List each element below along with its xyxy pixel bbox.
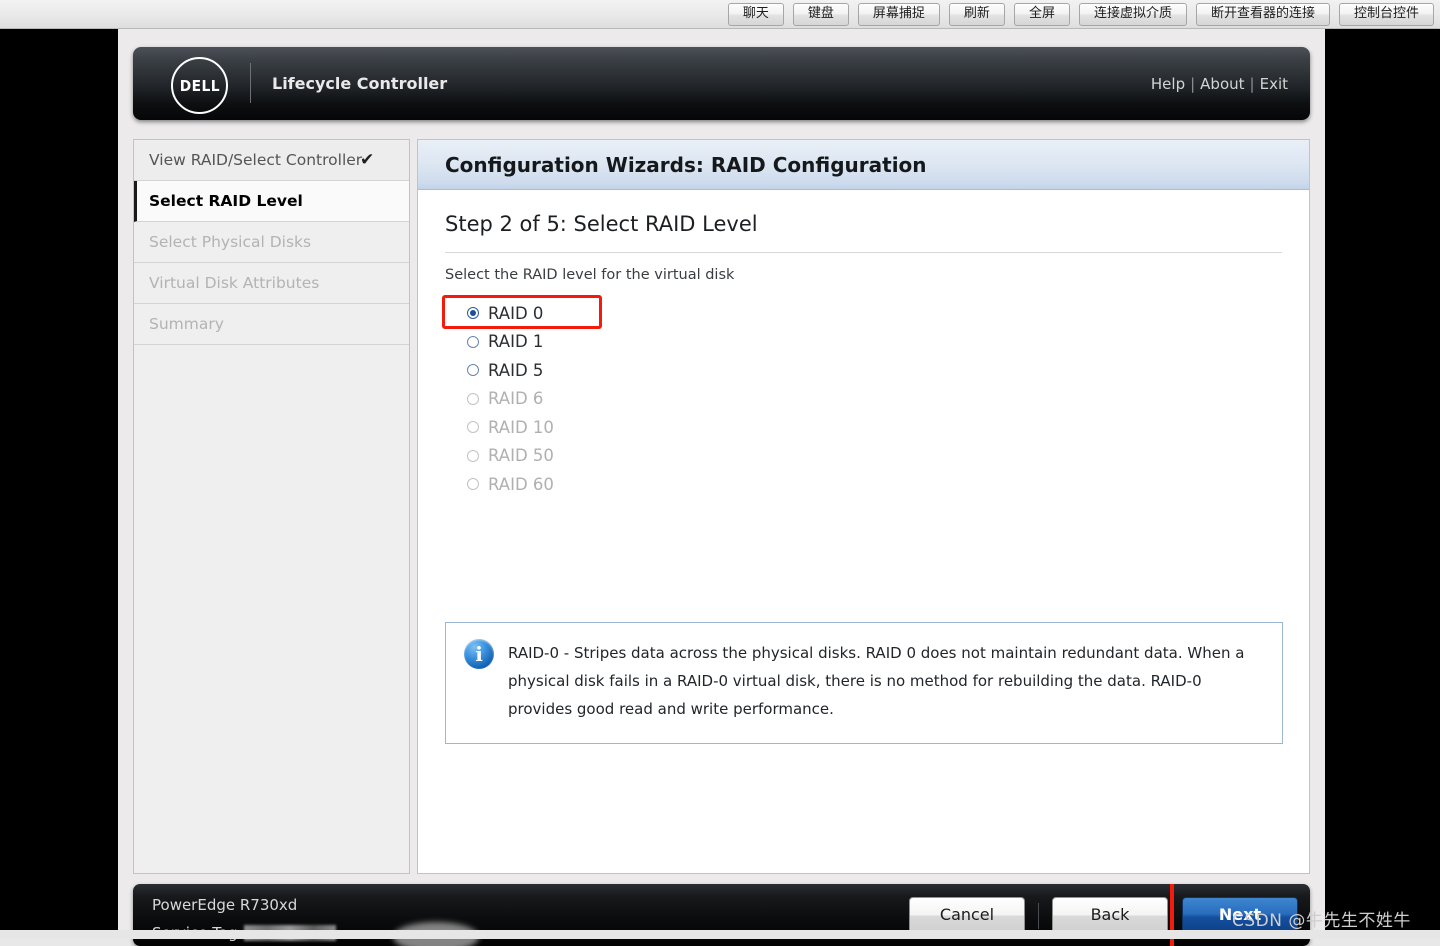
- sidebar-item-label: Summary: [149, 315, 224, 333]
- kvm-keyboard-button[interactable]: 键盘: [792, 2, 849, 26]
- radio-option-raid-10: RAID 10: [445, 413, 1309, 442]
- radio-label: RAID 60: [488, 474, 554, 494]
- sidebar-item-label: Virtual Disk Attributes: [149, 274, 320, 292]
- kvm-disconnect-viewer-button[interactable]: 断开查看器的连接: [1195, 2, 1330, 26]
- info-icon: [464, 639, 494, 669]
- radio-label: RAID 0: [488, 303, 544, 323]
- about-link[interactable]: About: [1200, 75, 1244, 93]
- radio-label: RAID 5: [488, 360, 544, 380]
- kvm-toolbar: 聊天 键盘 屏幕捕捉 刷新 全屏 连接虚拟介质 断开查看器的连接 控制台控件: [0, 0, 1440, 29]
- radio-dot-icon: [467, 392, 479, 405]
- dell-logo-text: DELL: [179, 76, 220, 95]
- app-title: Lifecycle Controller: [272, 74, 448, 93]
- radio-option-raid-50: RAID 50: [445, 442, 1309, 471]
- raid-info-text: RAID-0 - Stripes data across the physica…: [508, 644, 1245, 718]
- bottom-cutoff-strip: [0, 930, 1440, 939]
- sidebar-item-virtual-disk-attributes: Virtual Disk Attributes: [134, 263, 409, 304]
- radio-dot-selected-icon[interactable]: [467, 307, 479, 320]
- header-links: Help | About | Exit: [1151, 75, 1288, 93]
- radio-label: RAID 50: [488, 446, 554, 466]
- header-divider: [250, 63, 251, 103]
- link-separator-1: |: [1190, 75, 1196, 93]
- dell-logo-icon: DELL: [171, 57, 228, 114]
- radio-label: RAID 6: [488, 389, 544, 409]
- wizard-main-panel: Configuration Wizards: RAID Configuratio…: [417, 139, 1310, 874]
- radio-dot-icon[interactable]: [467, 364, 479, 377]
- sidebar-item-label: View RAID/Select Controller: [149, 151, 363, 169]
- kvm-console-controls-button[interactable]: 控制台控件: [1338, 2, 1434, 26]
- exit-link[interactable]: Exit: [1260, 75, 1288, 93]
- kvm-chat-button[interactable]: 聊天: [727, 2, 784, 26]
- raid-level-radio-group: RAID 0 RAID 1 RAID 5 RAID 6 RAID 10 RAID…: [442, 295, 1309, 499]
- radio-label: RAID 1: [488, 332, 544, 352]
- kvm-connect-virtual-media-button[interactable]: 连接虚拟介质: [1078, 2, 1187, 26]
- radio-label: RAID 10: [488, 417, 554, 437]
- radio-dot-icon: [467, 478, 479, 491]
- page-title: Configuration Wizards: RAID Configuratio…: [445, 152, 927, 177]
- watermark-text: CSDN @牛先生不姓牛: [1232, 911, 1411, 931]
- lifecycle-controller-window: DELL Lifecycle Controller Help | About | Exi…: [118, 29, 1325, 946]
- radio-option-raid-0[interactable]: RAID 0: [445, 299, 1309, 328]
- sidebar-item-summary: Summary: [134, 304, 409, 345]
- step-divider: [445, 252, 1282, 253]
- kvm-fullscreen-button[interactable]: 全屏: [1013, 2, 1070, 26]
- radio-option-raid-5[interactable]: RAID 5: [445, 356, 1309, 385]
- back-button[interactable]: Back: [1052, 897, 1168, 934]
- panel-header: Configuration Wizards: RAID Configuratio…: [418, 140, 1309, 190]
- app-header: DELL Lifecycle Controller Help | About | Exi…: [133, 47, 1310, 120]
- button-divider: [1038, 902, 1039, 929]
- server-model-label: PowerEdge R730xd: [152, 896, 298, 914]
- sidebar-item-select-physical-disks: Select Physical Disks: [134, 222, 409, 263]
- step-instruction: Select the RAID level for the virtual di…: [445, 267, 735, 283]
- link-separator-2: |: [1249, 75, 1255, 93]
- radio-dot-icon: [467, 421, 479, 434]
- kvm-refresh-button[interactable]: 刷新: [948, 2, 1005, 26]
- radio-option-raid-1[interactable]: RAID 1: [445, 328, 1309, 357]
- check-icon: ✔: [360, 150, 375, 170]
- raid-info-box: RAID-0 - Stripes data across the physica…: [445, 622, 1283, 744]
- sidebar-item-label: Select Physical Disks: [149, 233, 312, 251]
- step-title: Step 2 of 5: Select RAID Level: [445, 212, 758, 236]
- sidebar-item-select-raid-level[interactable]: Select RAID Level: [134, 181, 409, 222]
- sidebar-item-view-raid-select-controller[interactable]: View RAID/Select Controller ✔: [134, 140, 409, 181]
- help-link[interactable]: Help: [1151, 75, 1185, 93]
- radio-dot-icon: [467, 449, 479, 462]
- sidebar-item-label: Select RAID Level: [149, 192, 303, 210]
- radio-dot-icon[interactable]: [467, 335, 479, 348]
- radio-option-raid-60: RAID 60: [445, 470, 1309, 499]
- cancel-button[interactable]: Cancel: [909, 897, 1025, 934]
- radio-option-raid-6: RAID 6: [445, 385, 1309, 414]
- wizard-sidebar: View RAID/Select Controller ✔ Select RAI…: [133, 139, 410, 874]
- kvm-screen-capture-button[interactable]: 屏幕捕捉: [857, 2, 940, 26]
